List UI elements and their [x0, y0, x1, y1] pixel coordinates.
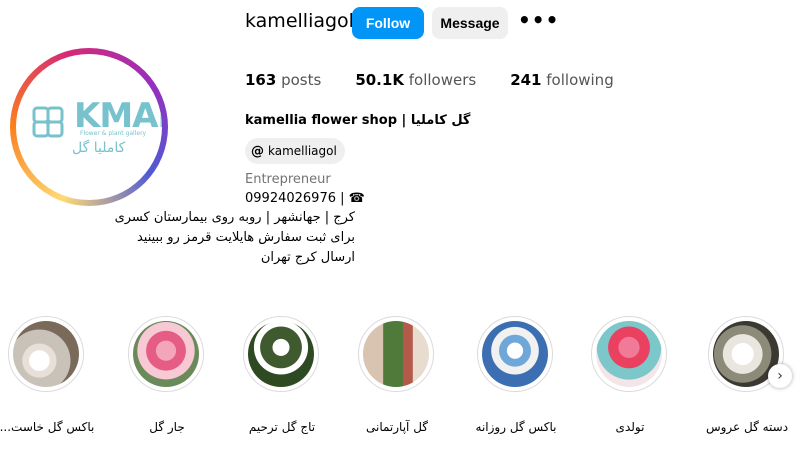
bio-line: برای ثبت سفارش هایلایت قرمز رو ببینید: [136, 230, 355, 245]
followers-count[interactable]: 50.1K followers: [355, 71, 476, 89]
following-number: 241: [510, 71, 542, 89]
highlight-label: دسته گل عروس: [705, 420, 789, 434]
highlight-label: تاج گل ترحیم: [248, 420, 316, 434]
highlight-item[interactable]: تولدی: [591, 316, 669, 434]
highlight-cover: [243, 316, 319, 392]
highlight-image: [596, 321, 662, 387]
posts-number: 163: [245, 71, 277, 89]
chevron-right-icon[interactable]: ›: [768, 364, 792, 388]
bio-line: ارسال کرج تهران: [260, 250, 355, 265]
highlight-item[interactable]: جار گل: [128, 316, 206, 434]
logo-subtitle: Flower & plant gallery: [80, 130, 147, 137]
profile-stats: 163 posts 50.1K followers 241 following: [245, 71, 648, 89]
following-count[interactable]: 241 following: [510, 71, 614, 89]
highlight-item[interactable]: باکس گل روزانه: [476, 316, 556, 434]
highlight-item[interactable]: باکس گل خاست...: [0, 316, 94, 434]
profile-full-name: kamellia flower shop | گل کاملیا: [245, 113, 471, 128]
highlight-image: [482, 321, 548, 387]
highlight-cover: [477, 316, 553, 392]
highlight-image: [363, 321, 429, 387]
avatar-image: KMAL Flower & plant gallery کاملیا گل: [16, 54, 162, 200]
highlight-label: باکس گل خاست...: [0, 420, 95, 434]
message-button[interactable]: Message: [432, 7, 508, 39]
posts-label: posts: [281, 71, 322, 89]
highlight-cover: [128, 316, 204, 392]
highlight-cover: [358, 316, 434, 392]
highlight-cover: [591, 316, 667, 392]
highlight-image: [13, 321, 79, 387]
highlight-cover: [8, 316, 84, 392]
threads-icon: @: [251, 143, 264, 159]
highlight-label: باکس گل روزانه: [475, 420, 557, 434]
highlight-item[interactable]: گل آپارتمانی: [358, 316, 436, 434]
brand-logo: KMAL Flower & plant gallery کاملیا گل: [30, 96, 162, 160]
bio-line: کرج | جهانشهر | روبه روی بیمارستان کسری: [114, 210, 355, 225]
profile-avatar[interactable]: KMAL Flower & plant gallery کاملیا گل: [10, 48, 168, 206]
logo-mark-icon: [32, 106, 64, 138]
more-options-icon[interactable]: •••: [518, 8, 559, 32]
highlight-item[interactable]: تاج گل ترحیم: [243, 316, 321, 434]
follow-button[interactable]: Follow: [352, 7, 424, 39]
profile-username: kamelliagol: [245, 10, 354, 32]
highlight-image: [133, 321, 199, 387]
highlight-label: جار گل: [149, 420, 185, 434]
profile-category: Entrepreneur: [245, 172, 331, 187]
highlight-label: تولدی: [615, 420, 645, 434]
profile-phone: 09924026976 | ☎: [245, 191, 365, 206]
logo-persian-text: کاملیا گل: [72, 140, 126, 156]
highlight-label: گل آپارتمانی: [365, 420, 428, 434]
highlight-image: [248, 321, 314, 387]
followers-number: 50.1K: [355, 71, 404, 89]
posts-count: 163 posts: [245, 71, 321, 89]
followers-label: followers: [408, 71, 477, 89]
following-label: following: [546, 71, 614, 89]
threads-badge[interactable]: @ kamelliagol: [245, 138, 345, 164]
threads-handle: kamelliagol: [268, 144, 337, 158]
